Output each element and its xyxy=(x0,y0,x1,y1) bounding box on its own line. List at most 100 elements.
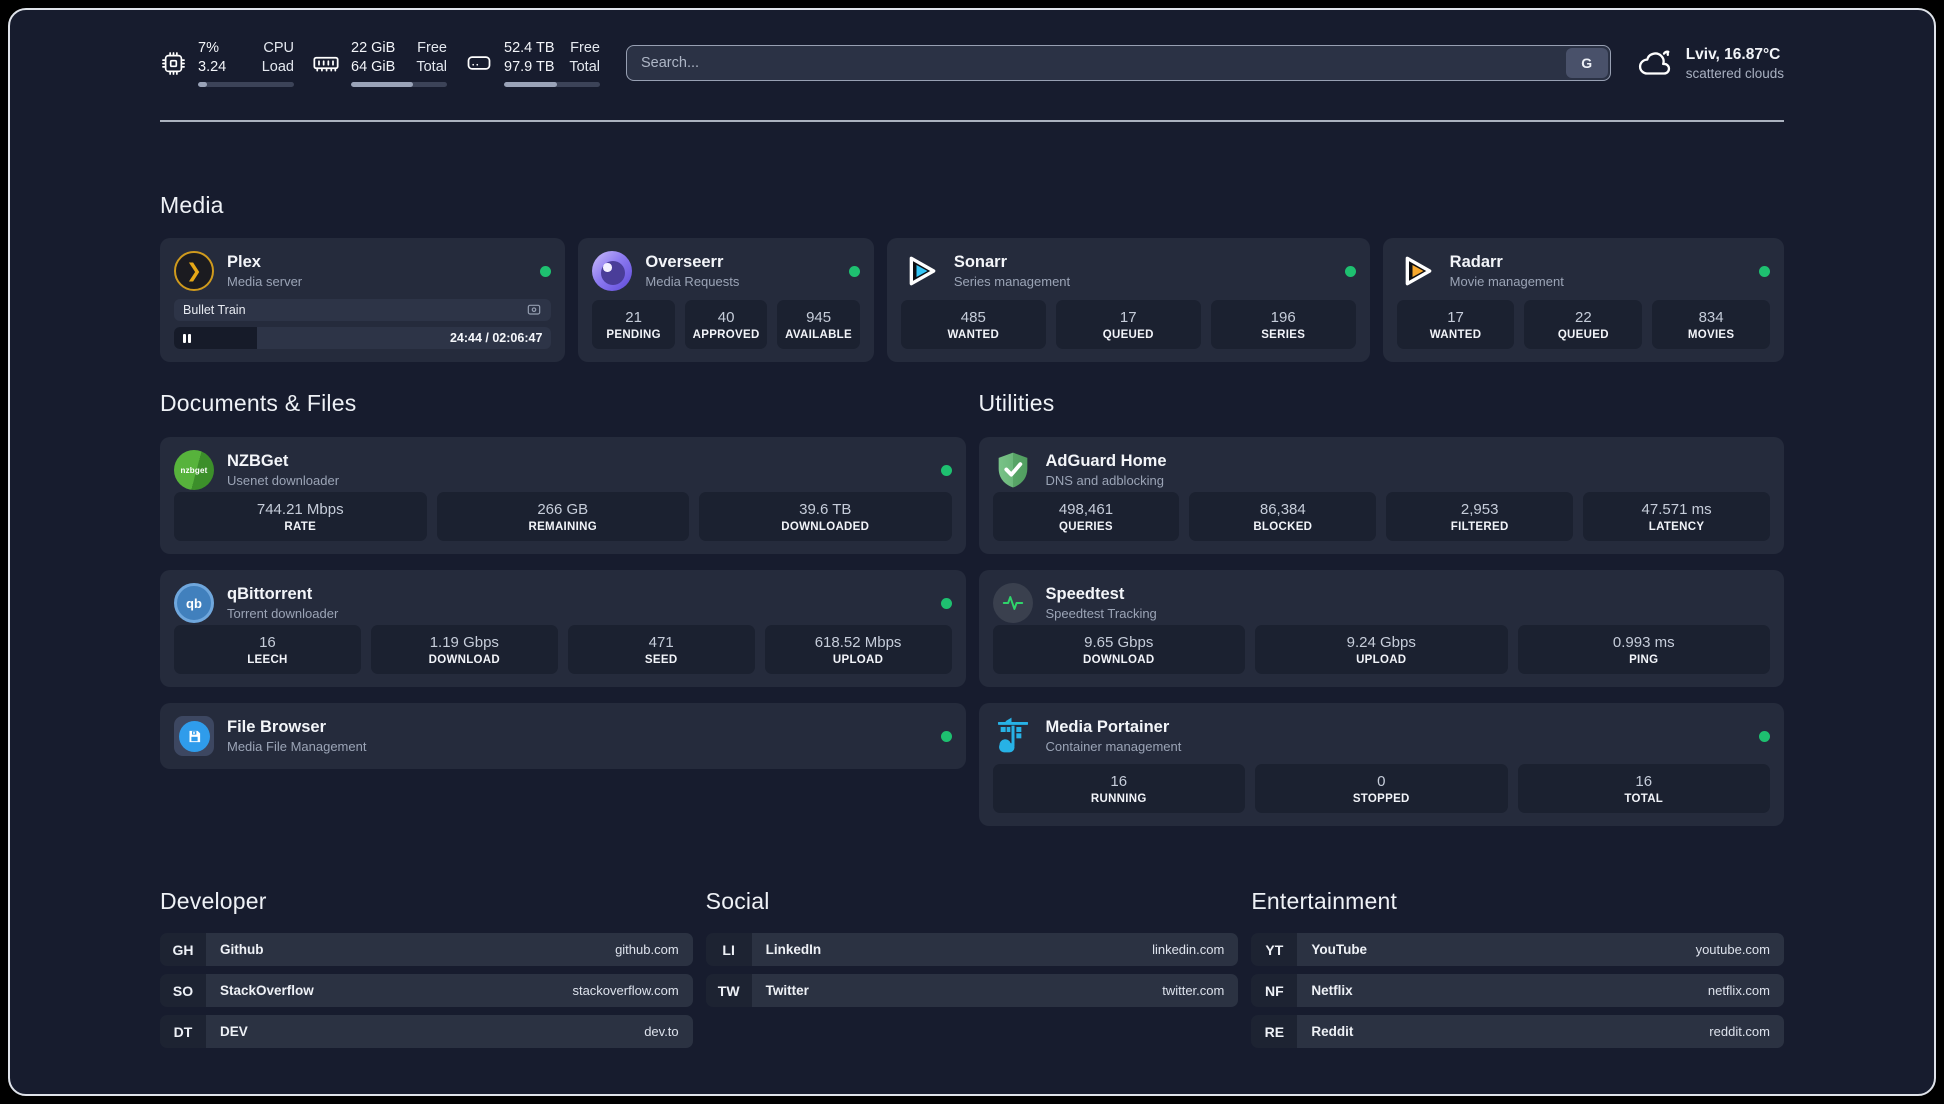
app-title: qBittorrent xyxy=(227,585,313,603)
app-subtitle: Media Requests xyxy=(645,274,740,289)
app-card-nzbget[interactable]: nzbget NZBGet Usenet downloader 744.21 M… xyxy=(160,437,966,554)
bookmark-link-dev[interactable]: DT DEV dev.to xyxy=(160,1015,693,1048)
stat-series: 196 SERIES xyxy=(1210,300,1356,349)
search-engine-button[interactable]: G xyxy=(1565,48,1608,78)
stat-pending: 21 PENDING xyxy=(592,300,675,349)
bookmark-abbr: SO xyxy=(160,974,206,1007)
cpu-load-label: Load xyxy=(261,59,294,75)
section-utilities: Utilities AdGuard Home DNS and adblockin… xyxy=(978,390,1784,826)
bookmark-name: Twitter xyxy=(765,983,809,998)
disk-progress-bar xyxy=(504,81,600,87)
disk-total-value: 97.9 TB xyxy=(504,59,555,75)
bookmark-name: StackOverflow xyxy=(220,983,314,998)
stat-approved: 40 APPROVED xyxy=(684,300,768,349)
dashboard: 7% 3.24 CPU Load 22 GiB 64 GiB Free Tota… xyxy=(8,8,1936,1096)
filebrowser-icon xyxy=(174,716,214,756)
bookmark-link-youtube[interactable]: YT YouTube youtube.com xyxy=(1251,933,1784,966)
stat-blocked: 86,384 BLOCKED xyxy=(1189,492,1377,541)
bookmark-abbr: TW xyxy=(705,974,752,1007)
app-card-radarr[interactable]: Radarr Movie management 17 WANTED 22 QUEUE… xyxy=(1382,238,1784,362)
bookmark-url: stackoverflow.com xyxy=(572,983,679,998)
memory-free-label: Free xyxy=(417,40,447,57)
status-dot xyxy=(940,730,952,742)
sonarr-icon xyxy=(901,251,941,291)
app-title: Radarr xyxy=(1449,253,1503,271)
bookmark-abbr: LI xyxy=(705,933,752,966)
app-card-adguard[interactable]: AdGuard Home DNS and adblocking 498,461 Q… xyxy=(978,437,1784,554)
stat-download: 1.19 Gbps DOWNLOAD xyxy=(370,625,558,674)
playback-time: 24:44 / 02:06:47 xyxy=(449,331,543,345)
status-dot xyxy=(540,265,552,277)
cpu-stat: 7% 3.24 CPU Load xyxy=(160,39,294,87)
plex-icon: ❯ xyxy=(174,251,214,291)
app-subtitle: Media File Management xyxy=(227,739,367,754)
bookmark-name: YouTube xyxy=(1311,942,1368,957)
app-card-speedtest[interactable]: Speedtest Speedtest Tracking 9.65 Gbps DO… xyxy=(978,570,1784,687)
app-title: Overseerr xyxy=(645,253,724,271)
bookmark-name: Reddit xyxy=(1311,1024,1354,1039)
portainer-icon xyxy=(993,716,1033,756)
cpu-icon xyxy=(162,51,185,75)
weather-location-temp: Lviv, 16.87°C xyxy=(1685,45,1781,63)
status-dot xyxy=(848,265,860,277)
stat-ping: 0.993 ms PING xyxy=(1517,625,1770,674)
stat-wanted: 485 WANTED xyxy=(900,300,1046,349)
pause-icon[interactable] xyxy=(183,333,191,343)
app-card-qbittorrent[interactable]: qb qBittorrent Torrent downloader 16 LEEC… xyxy=(160,570,966,687)
search-input[interactable] xyxy=(626,45,1611,81)
bookmark-link-twitter[interactable]: TW Twitter twitter.com xyxy=(705,974,1239,1007)
bookmark-name: Netflix xyxy=(1311,983,1353,998)
app-card-filebrowser[interactable]: File Browser Media File Management xyxy=(160,703,966,769)
search-bar: G xyxy=(626,45,1611,81)
now-playing-title: Bullet Train xyxy=(183,303,246,317)
memory-total-value: 64 GiB xyxy=(351,59,396,75)
tv-icon xyxy=(528,304,541,315)
stat-queued: 17 QUEUED xyxy=(1055,300,1201,349)
stat-stopped: 0 STOPPED xyxy=(1255,764,1508,813)
adguard-shield-icon xyxy=(993,450,1033,490)
stat-running: 16 RUNNING xyxy=(992,764,1245,813)
app-card-overseerr[interactable]: Overseerr Media Requests 21 PENDING 40 APP… xyxy=(578,238,874,362)
bookmark-link-reddit[interactable]: RE Reddit reddit.com xyxy=(1251,1015,1784,1048)
header-divider xyxy=(160,120,1784,122)
stat-queries: 498,461 QUERIES xyxy=(992,492,1180,541)
app-card-sonarr[interactable]: Sonarr Series management 485 WANTED 17 QUE… xyxy=(886,238,1370,362)
cpu-progress-bar xyxy=(198,81,294,87)
bookmark-url: youtube.com xyxy=(1695,942,1770,957)
disk-total-label: Total xyxy=(569,59,600,75)
stat-download: 9.65 Gbps DOWNLOAD xyxy=(992,625,1245,674)
bookmark-link-netflix[interactable]: NF Netflix netflix.com xyxy=(1251,974,1784,1007)
stat-filtered: 2,953 FILTERED xyxy=(1386,492,1574,541)
bookmark-abbr: DT xyxy=(160,1015,206,1048)
app-card-portainer[interactable]: Media Portainer Container management 16 R… xyxy=(978,703,1784,826)
stat-seed: 471 SEED xyxy=(567,625,755,674)
cpu-usage-value: 7% xyxy=(198,40,219,57)
disk-stat: 52.4 TB 97.9 TB Free Total xyxy=(465,39,600,87)
overseerr-icon xyxy=(592,251,633,291)
stat-downloaded: 39.6 TB DOWNLOADED xyxy=(699,492,952,541)
app-subtitle: Series management xyxy=(953,274,1071,289)
stat-total: 16 TOTAL xyxy=(1517,764,1770,813)
bookmark-link-github[interactable]: GH Github github.com xyxy=(160,933,693,966)
weather-widget: Lviv, 16.87°C scattered clouds xyxy=(1637,45,1784,82)
bookmark-group-entertainment: Entertainment YT YouTube youtube.com NF N… xyxy=(1251,888,1784,1048)
app-title: Media Portainer xyxy=(1045,718,1170,736)
section-title-social: Social xyxy=(705,888,770,914)
bookmark-link-stackoverflow[interactable]: SO StackOverflow stackoverflow.com xyxy=(160,974,693,1007)
section-title-developer: Developer xyxy=(160,888,267,914)
system-stats: 7% 3.24 CPU Load 22 GiB 64 GiB Free Tota… xyxy=(160,39,600,87)
app-subtitle: Torrent downloader xyxy=(227,606,339,621)
app-subtitle: Movie management xyxy=(1449,274,1564,289)
app-title: NZBGet xyxy=(227,452,289,470)
cpu-label: CPU xyxy=(263,40,294,57)
app-subtitle: DNS and adblocking xyxy=(1045,473,1165,488)
app-subtitle: Media server xyxy=(227,274,303,289)
bookmarks-area: Developer GH Github github.com SO StackOv… xyxy=(160,888,1784,1048)
section-title-utilities: Utilities xyxy=(978,390,1055,416)
app-subtitle: Container management xyxy=(1045,739,1182,754)
app-card-plex[interactable]: ❯ Plex Media server Bullet Train 24:44 /… xyxy=(160,238,566,362)
app-title: Plex xyxy=(227,253,261,271)
bookmark-url: reddit.com xyxy=(1709,1024,1770,1039)
status-dot xyxy=(1759,265,1770,277)
bookmark-link-linkedin[interactable]: LI LinkedIn linkedin.com xyxy=(705,933,1239,966)
